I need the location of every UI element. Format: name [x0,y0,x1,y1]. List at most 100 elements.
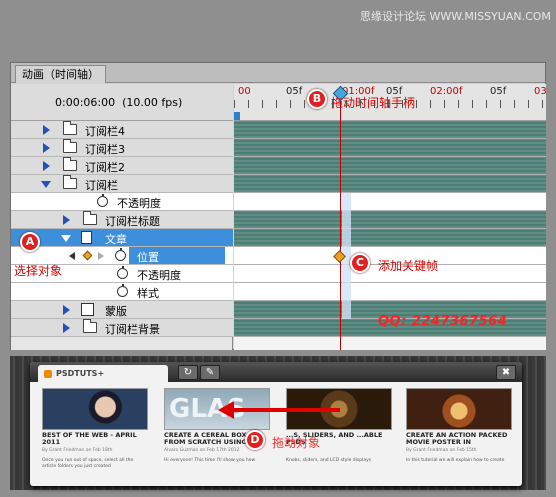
layer-label: 订阅栏2 [85,161,125,174]
folder-icon [63,121,77,135]
layer-row-article[interactable]: 文章 [11,229,233,247]
refresh-button[interactable]: ↻ [178,365,198,380]
annotation-drag-playhead: 拖动时间轴手柄 [331,96,416,110]
collapse-triangle-icon[interactable] [61,235,71,242]
track-bar[interactable] [234,229,546,247]
drag-arrow-line [232,408,340,412]
track-empty[interactable] [234,193,546,211]
article-meta: By Grant Friedman on Feb 18th [42,448,113,453]
property-label: 不透明度 [117,197,161,210]
annotation-drag-object: 拖动对象 [272,436,321,450]
article-card[interactable]: BEST OF THE WEB - APRIL 2011 By Grant Fr… [42,388,148,482]
stopwatch-icon[interactable] [115,248,126,261]
track-bar[interactable] [234,139,546,157]
badge-d: D [245,430,265,450]
layer-row-subscription-4[interactable]: 订阅栏4 [11,121,233,139]
qq-contact: QQ: 2247367564 [378,314,508,329]
ruler-label: 05f [286,86,303,97]
article-excerpt: Once you run out of space, select all th… [42,458,134,469]
stopwatch-icon[interactable] [117,266,128,279]
current-time[interactable]: 0:00:06:00 [55,96,115,109]
ruler-label: 05f [490,86,507,97]
track-bar[interactable] [234,175,546,193]
keyframe-diamond-icon[interactable] [82,250,93,261]
article-card[interactable]: CREATE AN ACTION PACKED MOVIE POSTER IN … [406,388,512,482]
folder-icon [63,157,77,171]
track-bar[interactable] [234,211,546,229]
property-label: 样式 [137,287,159,300]
layer-label: 订阅栏4 [85,125,125,138]
expand-triangle-icon[interactable] [63,323,70,333]
collapse-triangle-icon[interactable] [41,181,51,188]
fps-readout: (10.00 fps) [122,96,183,109]
layer-label: 蒙版 [105,305,127,318]
layer-label: 订阅栏标题 [105,215,160,228]
property-label: 不透明度 [137,269,181,282]
annotation-select-object: 选择对象 [14,264,63,278]
badge-a: A [20,232,40,252]
refresh-icon: ↻ [183,367,193,378]
wrench-icon: ✎ [205,367,215,378]
folder-icon [83,319,97,333]
folder-icon [83,211,97,225]
article-title: CREATE AN ACTION PACKED MOVIE POSTER IN [406,431,508,446]
widget-tab-label: PSDTUTS+ [56,369,105,378]
layer-row-subscription-2[interactable]: 订阅栏2 [11,157,233,175]
drag-arrow-head-icon [218,401,234,419]
track-area[interactable]: 00 05f 01:00f 05f 02:00f 05f 03 [234,84,547,350]
widget-tab[interactable]: PSDTUTS+ [38,365,168,382]
prev-keyframe-icon[interactable] [69,252,75,260]
psdtuts-widget: PSDTUTS+ ↻ ✎ ✖ BEST OF THE WEB - APRIL 2… [30,362,522,486]
panel-tabbar: 动画（时间轴） [11,63,545,83]
layer-label: 订阅栏背景 [105,323,160,336]
next-keyframe-icon[interactable] [98,252,104,260]
layer-label: 订阅栏 [85,179,118,192]
track-empty[interactable] [234,283,546,301]
expand-triangle-icon[interactable] [63,305,70,315]
layer-label: 订阅栏3 [85,143,125,156]
timeline-panel: 动画（时间轴） 0:00:06:00 (10.00 fps) 订阅栏4 订阅栏3… [10,62,547,350]
property-label: 位置 [137,251,159,264]
work-area-start-handle[interactable] [234,112,240,120]
property-row-style[interactable]: 样式 [11,283,233,301]
track-bar[interactable] [234,157,546,175]
layer-row-subscription[interactable]: 订阅栏 [11,175,233,193]
ruler-label: 03 [534,86,547,97]
tab-animation-timeline[interactable]: 动画（时间轴） [15,65,106,83]
article-excerpt: Hi everyone! This time I'll show you how [164,458,256,463]
layer-row-subscription-3[interactable]: 订阅栏3 [11,139,233,157]
annotation-add-keyframe: 添加关键帧 [378,259,439,273]
layer-row-mask[interactable]: 蒙版 [11,301,233,319]
layer-thumbnail-icon [81,231,92,244]
stopwatch-icon[interactable] [117,284,128,297]
article-excerpt: In this tutorial we will explain how to … [406,458,505,463]
badge-b: B [307,89,327,109]
ruler-label: 00 [238,86,251,97]
ruler-label: 02:00f [430,86,463,97]
time-display: 0:00:06:00 (10.00 fps) [11,84,233,121]
layer-list: 0:00:06:00 (10.00 fps) 订阅栏4 订阅栏3 订阅栏2 订阅… [11,84,233,350]
expand-triangle-icon[interactable] [43,125,50,135]
rss-icon [44,370,52,378]
expand-triangle-icon[interactable] [43,143,50,153]
close-button[interactable]: ✖ [496,365,516,380]
playhead-line [340,92,341,350]
article-title: BEST OF THE WEB - APRIL 2011 [42,431,137,446]
stopwatch-icon[interactable] [97,194,108,207]
layer-thumbnail-icon [81,303,94,316]
folder-icon [63,175,77,189]
property-row-opacity[interactable]: 不透明度 [11,193,233,211]
layer-row-subscription-title[interactable]: 订阅栏标题 [11,211,233,229]
widget-header: PSDTUTS+ ↻ ✎ ✖ [30,362,522,382]
settings-button[interactable]: ✎ [200,365,220,380]
badge-c: C [350,253,370,273]
layer-row-subscription-bg[interactable]: 订阅栏背景 [11,319,233,337]
expand-triangle-icon[interactable] [43,161,50,171]
article-thumbnail [406,388,512,430]
watermark: 思缘设计论坛 WWW.MISSYUAN.COM [360,10,551,23]
expand-triangle-icon[interactable] [63,215,70,225]
folder-icon [63,139,77,153]
article-thumbnail [42,388,148,430]
track-bar[interactable] [234,121,546,139]
article-excerpt: Knobs, sliders, and LCD style displays [286,458,372,463]
